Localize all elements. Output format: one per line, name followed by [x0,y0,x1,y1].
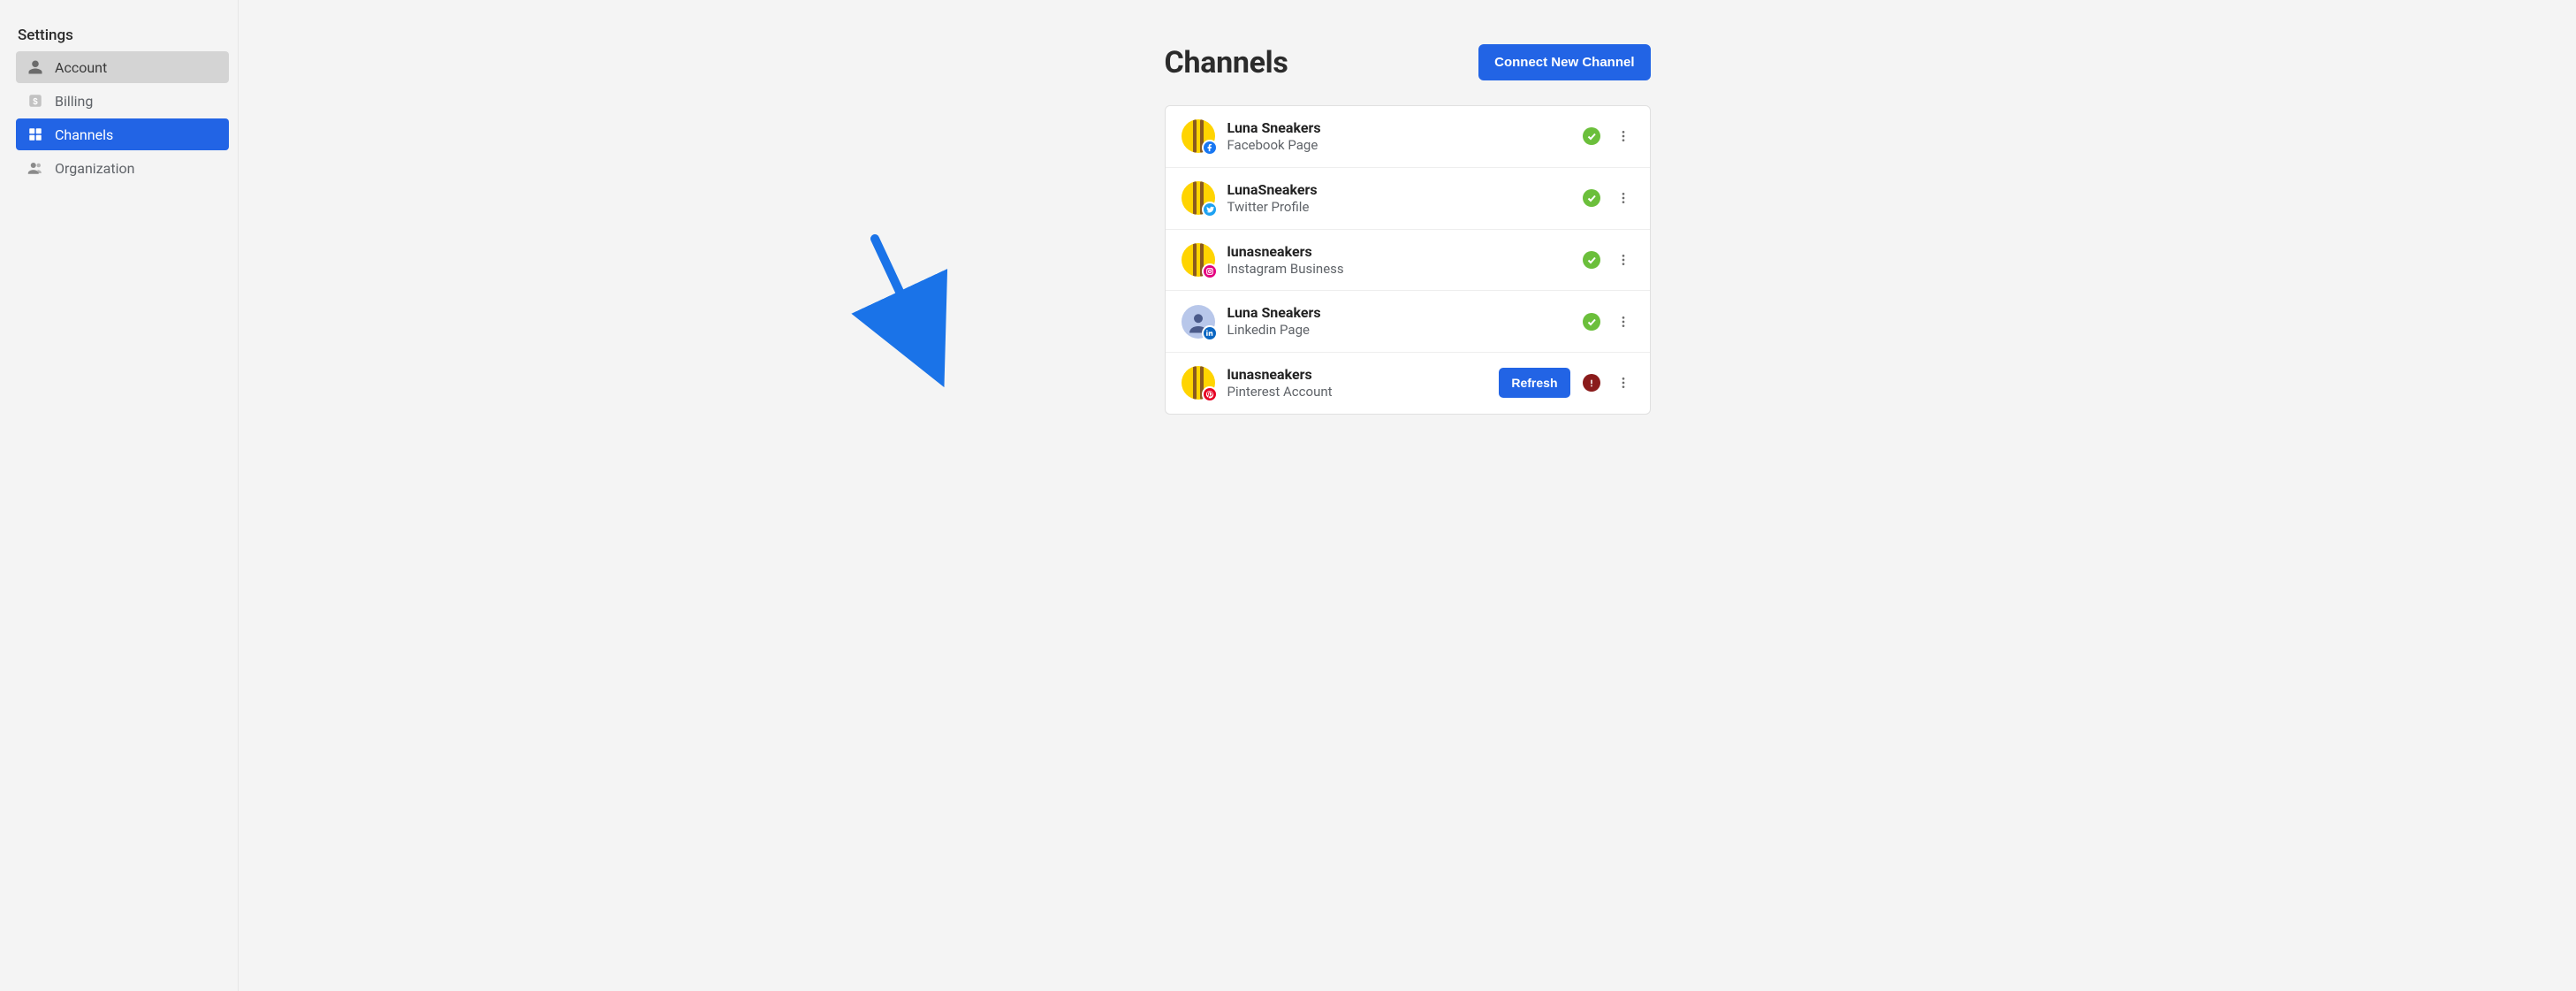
svg-text:$: $ [33,97,38,107]
channel-name: Luna Sneakers [1227,304,1570,322]
linkedin-icon [1202,325,1218,341]
channel-avatar [1182,305,1215,339]
channel-row: lunasneakers Instagram Business [1166,230,1650,292]
channel-name: Luna Sneakers [1227,119,1570,137]
row-menu-button[interactable] [1613,372,1634,393]
sidebar-item-label: Channels [55,126,113,143]
channel-type: Pinterest Account [1227,384,1487,400]
channel-type: Twitter Profile [1227,199,1570,216]
people-icon [27,159,44,177]
dollar-icon: $ [27,92,44,110]
channel-name: lunasneakers [1227,243,1570,261]
channel-row: lunasneakers Pinterest Account Refresh [1166,353,1650,414]
status-ok-icon [1583,127,1600,145]
status-ok-icon [1583,189,1600,207]
channel-avatar [1182,366,1215,400]
page-title: Channels [1165,45,1288,80]
sidebar-item-label: Organization [55,160,134,177]
channel-name: lunasneakers [1227,366,1487,384]
main-content: Channels Connect New Channel Luna Sneake… [239,0,2576,991]
sidebar-item-label: Account [55,59,107,76]
channel-type: Instagram Business [1227,261,1570,278]
grid-icon [27,126,44,143]
status-ok-icon [1583,251,1600,269]
connect-new-channel-button[interactable]: Connect New Channel [1478,44,1650,80]
instagram-icon [1202,263,1218,279]
sidebar-item-account[interactable]: Account [16,51,229,83]
pinterest-icon [1202,386,1218,402]
facebook-icon [1202,140,1218,156]
channel-row: LunaSneakers Twitter Profile [1166,168,1650,230]
sidebar-item-label: Billing [55,93,93,110]
channel-avatar [1182,181,1215,215]
channel-row: Luna Sneakers Facebook Page [1166,106,1650,168]
channel-name: LunaSneakers [1227,181,1570,199]
channel-type: Facebook Page [1227,137,1570,154]
sidebar-item-channels[interactable]: Channels [16,118,229,150]
settings-sidebar: Settings Account $ Billing Channels [0,0,239,991]
refresh-button[interactable]: Refresh [1499,368,1569,398]
channel-avatar [1182,243,1215,277]
channel-avatar [1182,119,1215,153]
row-menu-button[interactable] [1613,311,1634,332]
status-ok-icon [1583,313,1600,331]
channel-type: Linkedin Page [1227,322,1570,339]
sidebar-item-billing[interactable]: $ Billing [16,85,229,117]
twitter-icon [1202,202,1218,217]
sidebar-item-organization[interactable]: Organization [16,152,229,184]
channel-row: Luna Sneakers Linkedin Page [1166,291,1650,353]
row-menu-button[interactable] [1613,249,1634,271]
sidebar-title: Settings [18,27,229,44]
row-menu-button[interactable] [1613,126,1634,147]
sidebar-nav: Account $ Billing Channels Organization [16,51,229,184]
status-error-icon [1583,374,1600,392]
channels-list: Luna Sneakers Facebook Page [1165,105,1651,415]
row-menu-button[interactable] [1613,187,1634,209]
person-icon [27,58,44,76]
